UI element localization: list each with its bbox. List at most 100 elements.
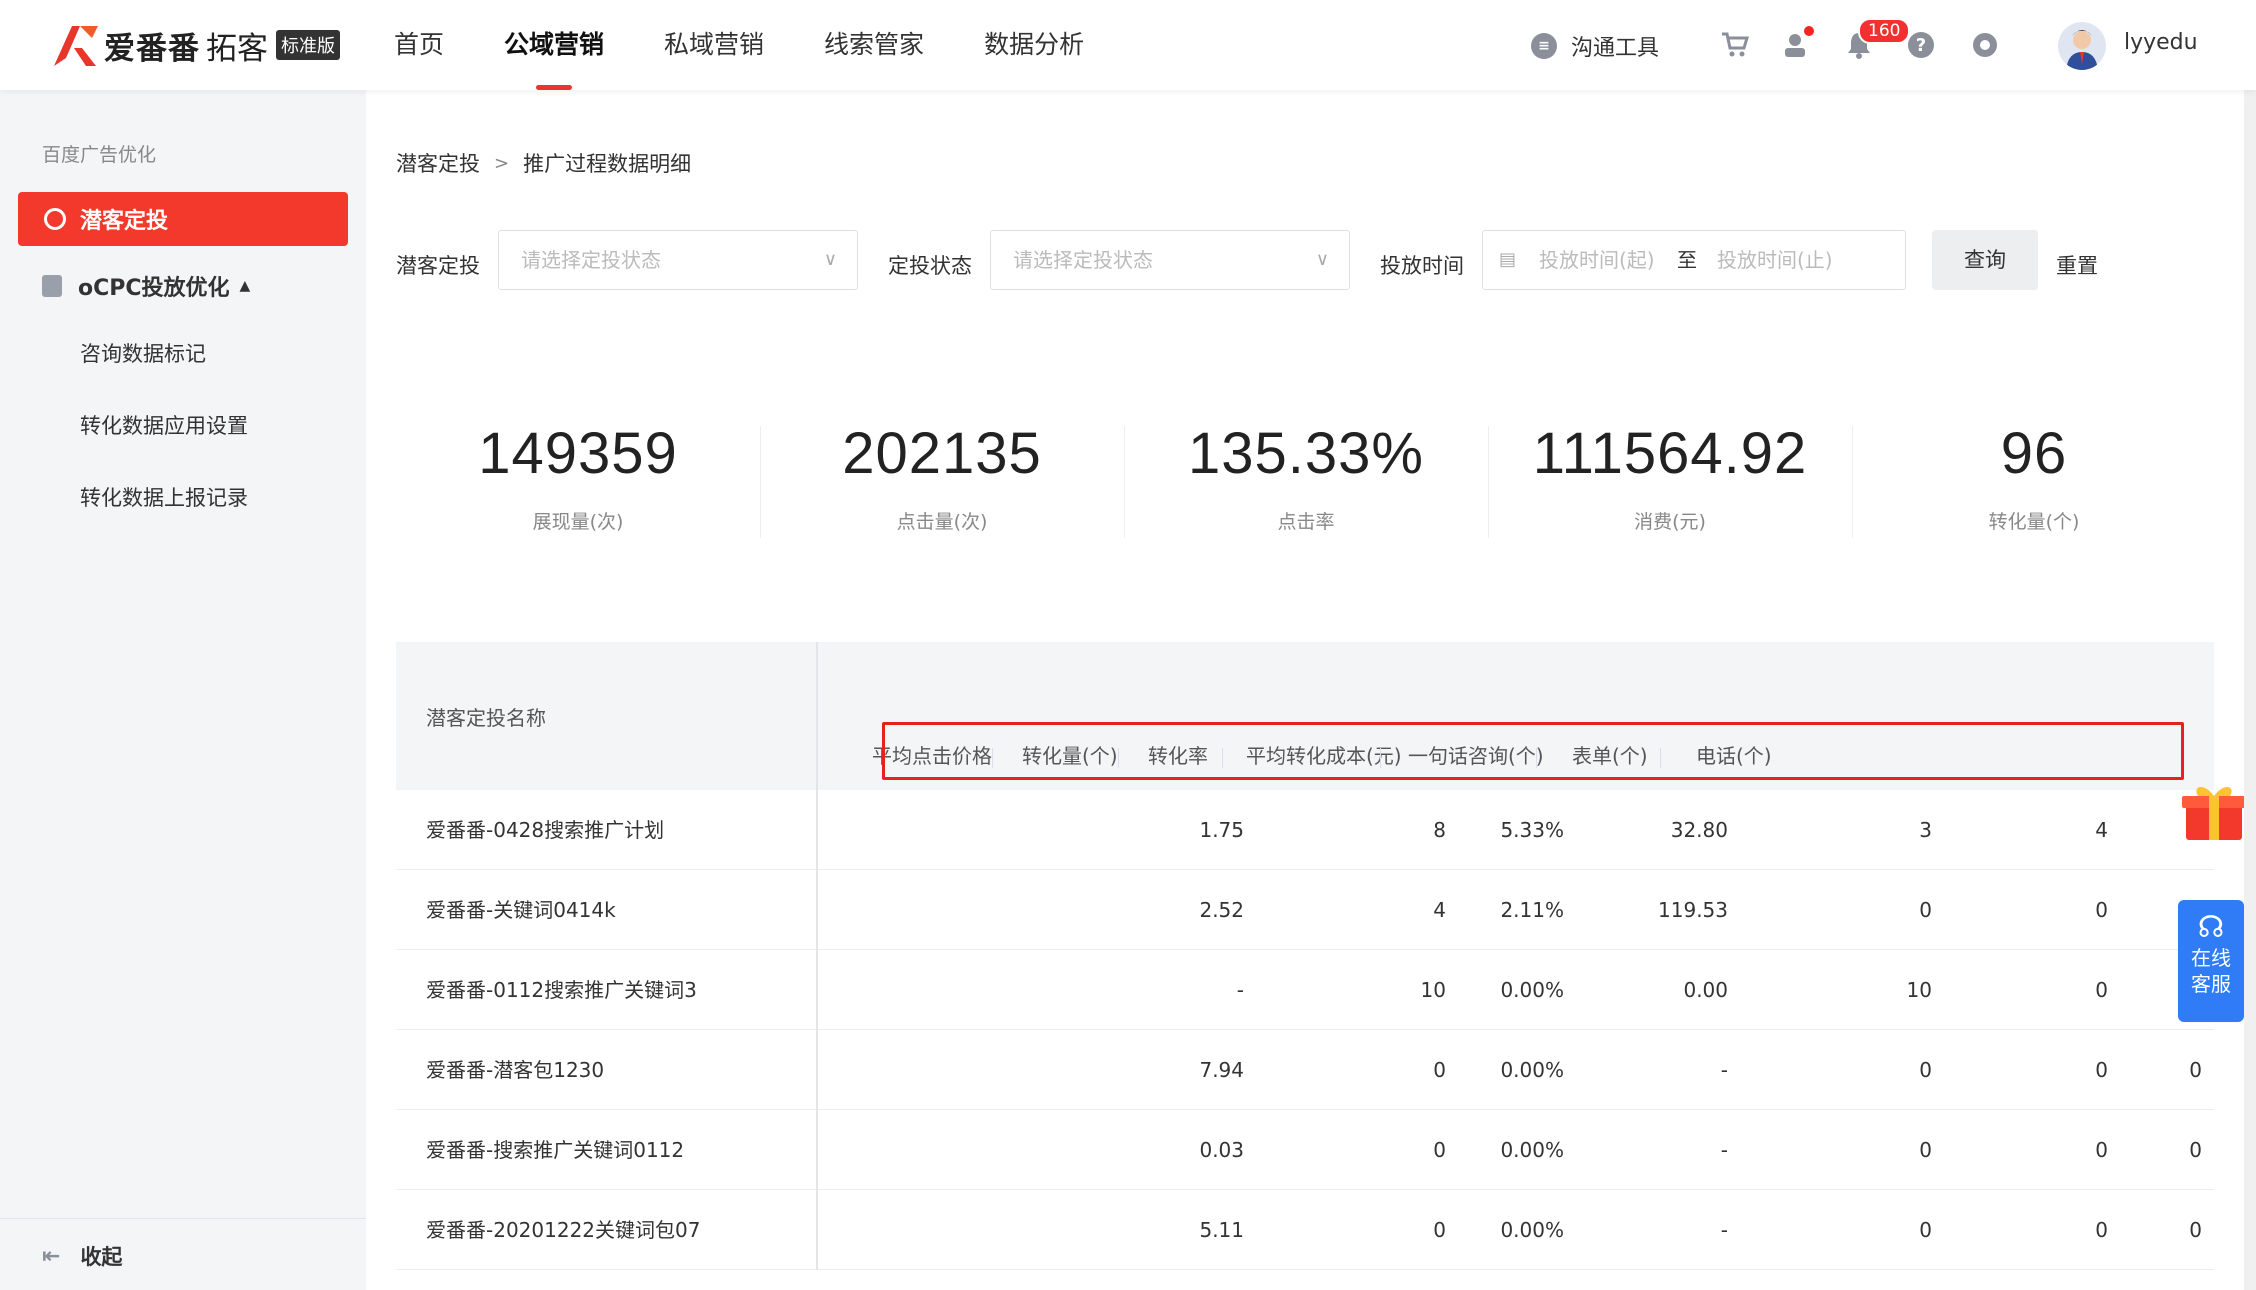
chevron-down-icon: ∨ [1315, 249, 1329, 270]
query-button[interactable]: 查询 [1932, 230, 2038, 290]
table-cell: 4 [1433, 898, 1446, 922]
table-cell: - [1720, 1138, 1728, 1162]
status-select[interactable]: 请选择定投状态 ∨ [990, 230, 1350, 290]
target-icon [44, 208, 66, 230]
table-cell: - [1720, 1218, 1728, 1242]
table-cell: 0 [1433, 1138, 1446, 1162]
collapse-button[interactable]: ⇤ 收起 [42, 1241, 122, 1271]
row-campaign-name[interactable]: 爱番番-潜客包1230 [426, 1030, 604, 1110]
brand-logo[interactable]: 爱番番 拓客 标准版 [52, 22, 340, 68]
row-campaign-name[interactable]: 爱番番-0428搜索推广计划 [426, 790, 664, 870]
brand-logo-icon [52, 22, 100, 68]
campaign-select[interactable]: 请选择定投状态 ∨ [498, 230, 858, 290]
table-cell: 0.03 [1199, 1138, 1244, 1162]
table-cell: 0 [2095, 1218, 2108, 1242]
sidebar-footer: ⇤ 收起 [0, 1218, 366, 1290]
nav-data-analysis[interactable]: 数据分析 [984, 0, 1084, 90]
table-cell: 5.11 [1199, 1218, 1244, 1242]
campaign-filter-label: 潜客定投 [396, 254, 480, 278]
table-cell: - [1236, 978, 1244, 1002]
table-cell: 119.53 [1658, 898, 1728, 922]
table-cell: 0 [1919, 1138, 1932, 1162]
row-campaign-name[interactable]: 爱番番-20201222关键词包07 [426, 1190, 700, 1270]
row-campaign-name[interactable]: 爱番番-搜索推广关键词0112 [426, 1110, 684, 1190]
headset-icon: ☊ [2197, 910, 2225, 945]
table-cell: 10 [1906, 978, 1932, 1002]
stat-value: 96 [2000, 421, 2068, 486]
table-cell: 0 [2189, 1058, 2202, 1082]
page-scrollbar[interactable] [2244, 90, 2256, 1290]
stat-value: 135.33% [1188, 421, 1424, 486]
table-cell: 0.00% [1500, 1138, 1564, 1162]
table-cell: 5.33% [1500, 818, 1564, 842]
sidebar-item-consult-mark[interactable]: 咨询数据标记 [80, 338, 206, 368]
table-cell: 0 [2189, 1138, 2202, 1162]
collapse-icon: ⇤ [42, 1243, 61, 1269]
row-campaign-name[interactable]: 爱番番-关键词0414k [426, 870, 616, 950]
username[interactable]: lyyedu [2124, 30, 2198, 55]
fixed-column-divider [816, 950, 818, 1030]
breadcrumb-root[interactable]: 潜客定投 [396, 148, 480, 178]
table-row: 爱番番-潜客包1230 7.94 0 0.00% - 0 0 0 [396, 1030, 2214, 1110]
stat-label: 消费(元) [1634, 511, 1706, 533]
table-cell: 0.00% [1500, 978, 1564, 1002]
help-icon[interactable]: ? [1906, 30, 1936, 60]
main-nav: 首页 公域营销 私域营销 线索管家 数据分析 [394, 0, 1144, 90]
table-cell: 0 [1433, 1058, 1446, 1082]
cart-icon[interactable] [1720, 30, 1750, 60]
table-cell: 0 [1919, 898, 1932, 922]
table-row: 爱番番-关键词0414k2.5242.11%119.53002 [396, 870, 2214, 950]
table-header-name: 潜客定投名称 [396, 642, 816, 790]
fixed-column-divider [816, 1110, 818, 1190]
nav-lead-manager[interactable]: 线索管家 [824, 0, 924, 90]
table-cell: 4 [2095, 818, 2108, 842]
table-cell: 8 [1433, 818, 1446, 842]
sidebar-item-label: 潜客定投 [80, 209, 169, 234]
nav-private-marketing[interactable]: 私域营销 [664, 0, 764, 90]
table-cell: 1.75 [1199, 818, 1244, 842]
contacts-icon[interactable] [1782, 26, 1814, 60]
breadcrumb: 潜客定投 > 推广过程数据明细 [396, 148, 691, 178]
sidebar-item-potential-customer[interactable]: 潜客定投 [18, 192, 348, 246]
table-cell: 0 [2095, 898, 2108, 922]
fixed-column-divider [816, 790, 818, 870]
status-select-placeholder: 请选择定投状态 [1013, 248, 1153, 272]
date-range-picker[interactable]: ▤ 投放时间(起) 至 投放时间(止) [1482, 230, 1906, 290]
sidebar-item-ocpc[interactable]: oCPC投放优化 ▲ [42, 270, 250, 302]
nav-public-marketing[interactable]: 公域营销 [504, 0, 604, 90]
table-cell: 2.11% [1500, 898, 1564, 922]
table-cell: 0.00% [1500, 1058, 1564, 1082]
avatar[interactable] [2058, 22, 2106, 70]
edition-badge: 标准版 [276, 30, 340, 60]
notification-badge: 160 [1858, 18, 1911, 44]
service-label-line2: 客服 [2191, 972, 2231, 996]
online-service-button[interactable]: ☊ 在线 客服 [2178, 900, 2244, 1022]
chat-icon: ≡ [1531, 33, 1557, 59]
folder-icon [42, 275, 62, 297]
gift-icon[interactable] [2180, 782, 2246, 842]
sidebar-item-conversion-settings[interactable]: 转化数据应用设置 [80, 410, 248, 440]
date-start-input[interactable]: 投放时间(起) [1539, 231, 1655, 289]
table-cell: - [1720, 1058, 1728, 1082]
table-cell: 0.00 [1683, 978, 1728, 1002]
date-end-input[interactable]: 投放时间(止) [1717, 231, 1833, 289]
stat-cost: 111564.92 消费(元) [1488, 420, 1852, 534]
stat-clicks: 202135 点击量(次) [760, 420, 1124, 534]
chat-tool-button[interactable]: ≡ 沟通工具 [1531, 30, 1659, 62]
table-cell: 2.52 [1199, 898, 1244, 922]
table-cell: 3 [1919, 818, 1932, 842]
reset-button[interactable]: 重置 [2056, 250, 2098, 280]
stat-value: 202135 [842, 421, 1042, 486]
table-cell: 0 [1433, 1218, 1446, 1242]
nav-home[interactable]: 首页 [394, 0, 444, 90]
sidebar-item-conversion-records[interactable]: 转化数据上报记录 [80, 482, 248, 512]
chevron-down-icon: ∨ [823, 249, 837, 270]
calendar-icon: ▤ [1499, 249, 1517, 270]
table-row: 爱番番-0428搜索推广计划1.7585.33%32.80341 [396, 790, 2214, 870]
stat-label: 点击量(次) [896, 511, 988, 533]
campaign-select-placeholder: 请选择定投状态 [521, 248, 661, 272]
row-campaign-name[interactable]: 爱番番-0112搜索推广关键词3 [426, 950, 697, 1030]
settings-icon[interactable] [1970, 30, 2000, 60]
service-label-line1: 在线 [2191, 946, 2231, 970]
chat-tool-label: 沟通工具 [1571, 36, 1660, 61]
